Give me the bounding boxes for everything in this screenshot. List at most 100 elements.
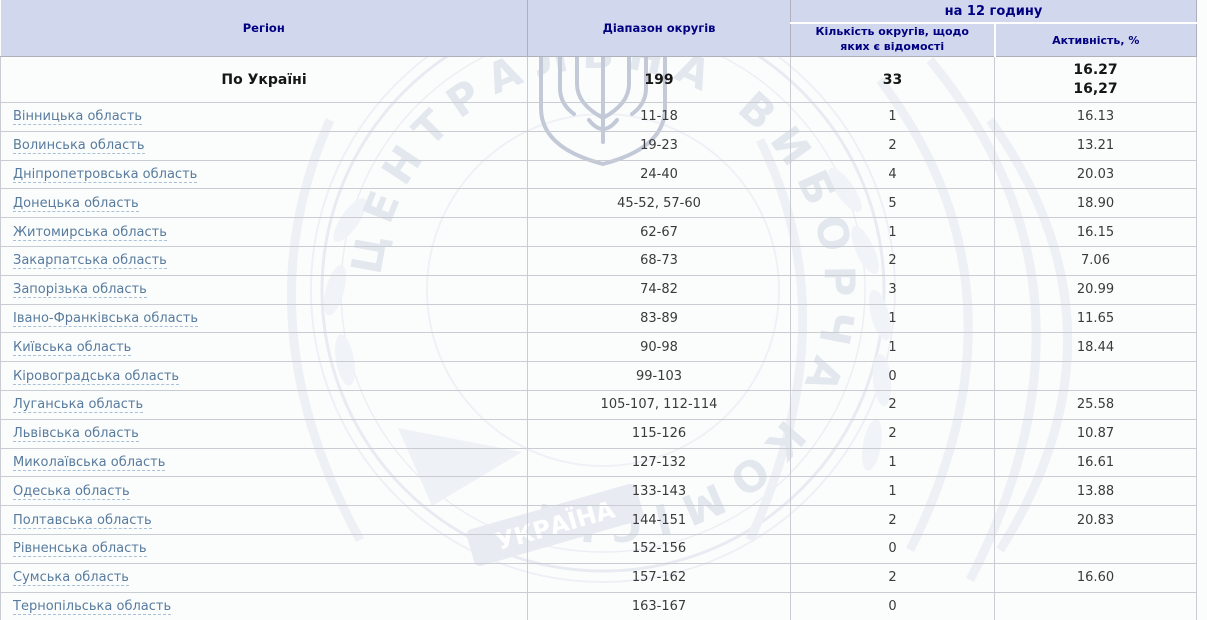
known-count-cell: 2 <box>791 419 995 448</box>
known-count-cell: 2 <box>791 506 995 535</box>
region-cell: Київська область <box>1 333 528 362</box>
region-link[interactable]: Дніпропетровська область <box>13 167 197 183</box>
region-link[interactable]: Закарпатська область <box>13 253 167 269</box>
known-count-cell: 1 <box>791 218 995 247</box>
region-cell: Донецька область <box>1 189 528 218</box>
summary-activity: 16.27 16,27 <box>995 57 1197 103</box>
district-range-cell: 157-162 <box>528 563 791 592</box>
region-cell: Тернопільська область <box>1 592 528 620</box>
cvk-turnout-page: ЦЕНТРАЛЬНА ВИБОРЧА КОМІСІЯ УКРАЇНА <box>0 0 1207 620</box>
district-range-cell: 163-167 <box>528 592 791 620</box>
known-count-cell: 1 <box>791 304 995 333</box>
region-cell: Вінницька область <box>1 103 528 132</box>
table-row: Закарпатська область 68-7327.06 <box>1 246 1197 275</box>
known-count-cell: 2 <box>791 246 995 275</box>
summary-known-count: 33 <box>791 57 995 103</box>
column-group-header-12h: на 12 годину <box>791 0 1197 23</box>
region-cell: Полтавська область <box>1 506 528 535</box>
region-cell: Дніпропетровська область <box>1 160 528 189</box>
region-cell: Миколаївська область <box>1 448 528 477</box>
district-range-cell: 144-151 <box>528 506 791 535</box>
region-link[interactable]: Кіровоградська область <box>13 369 179 385</box>
known-count-cell: 1 <box>791 333 995 362</box>
activity-cell: 16.13 <box>995 103 1197 132</box>
region-link[interactable]: Львівська область <box>13 426 139 442</box>
table-row: Тернопільська область 163-1670 <box>1 592 1197 620</box>
table-row: Сумська область157-162216.60 <box>1 563 1197 592</box>
column-header-known-districts: Кількість округів, щодо яких є відомості <box>791 23 995 57</box>
region-cell: Сумська область <box>1 563 528 592</box>
table-row: Рівненська область152-1560 <box>1 534 1197 563</box>
table-row: Дніпропетровська область24-40420.03 <box>1 160 1197 189</box>
column-header-region: Регіон <box>1 0 528 57</box>
known-count-cell: 2 <box>791 563 995 592</box>
activity-cell: 10.87 <box>995 419 1197 448</box>
table-row: Луганська область 105-107, 112-114225.58 <box>1 390 1197 419</box>
known-count-cell: 1 <box>791 103 995 132</box>
activity-cell: 18.44 <box>995 333 1197 362</box>
column-header-activity: Активність, % <box>995 23 1197 57</box>
district-range-cell: 19-23 <box>528 131 791 160</box>
activity-cell: 25.58 <box>995 390 1197 419</box>
district-range-cell: 105-107, 112-114 <box>528 390 791 419</box>
known-count-cell: 2 <box>791 390 995 419</box>
summary-row-ukraine: По Україні 199 33 16.27 16,27 <box>1 57 1197 103</box>
region-link[interactable]: Волинська область <box>13 138 145 154</box>
summary-district-range: 199 <box>528 57 791 103</box>
region-link[interactable]: Рівненська область <box>13 541 147 557</box>
activity-cell <box>995 534 1197 563</box>
region-link[interactable]: Сумська область <box>13 570 129 586</box>
region-link[interactable]: Київська область <box>13 340 131 356</box>
region-cell: Житомирська область <box>1 218 528 247</box>
activity-cell: 13.88 <box>995 477 1197 506</box>
region-link[interactable]: Івано-Франківська область <box>13 311 198 327</box>
table-row: Київська область 90-98118.44 <box>1 333 1197 362</box>
turnout-table: Регіон Діапазон округів на 12 годину Кіл… <box>0 0 1197 620</box>
region-link[interactable]: Тернопільська область <box>13 599 171 615</box>
summary-region-label: По Україні <box>1 57 528 103</box>
region-link[interactable]: Житомирська область <box>13 225 167 241</box>
activity-cell: 7.06 <box>995 246 1197 275</box>
region-cell: Івано-Франківська область <box>1 304 528 333</box>
table-row: Волинська область19-23213.21 <box>1 131 1197 160</box>
district-range-cell: 152-156 <box>528 534 791 563</box>
region-link[interactable]: Миколаївська область <box>13 455 165 471</box>
region-cell: Львівська область <box>1 419 528 448</box>
activity-cell: 11.65 <box>995 304 1197 333</box>
district-range-cell: 90-98 <box>528 333 791 362</box>
district-range-cell: 45-52, 57-60 <box>528 189 791 218</box>
table-row: Вінницька область 11-18116.13 <box>1 103 1197 132</box>
region-cell: Волинська область <box>1 131 528 160</box>
district-range-cell: 68-73 <box>528 246 791 275</box>
region-link[interactable]: Запорізька область <box>13 282 147 298</box>
activity-cell: 20.83 <box>995 506 1197 535</box>
district-range-cell: 11-18 <box>528 103 791 132</box>
known-count-cell: 3 <box>791 275 995 304</box>
activity-cell: 18.90 <box>995 189 1197 218</box>
region-link[interactable]: Донецька область <box>13 196 139 212</box>
district-range-cell: 115-126 <box>528 419 791 448</box>
table-row: Львівська область 115-126210.87 <box>1 419 1197 448</box>
activity-cell <box>995 592 1197 620</box>
activity-cell: 16.15 <box>995 218 1197 247</box>
known-count-cell: 0 <box>791 362 995 391</box>
known-count-cell: 5 <box>791 189 995 218</box>
table-body: По Україні 199 33 16.27 16,27 Вінницька … <box>1 57 1197 620</box>
district-range-cell: 127-132 <box>528 448 791 477</box>
activity-cell: 20.03 <box>995 160 1197 189</box>
table-row: Кіровоградська область99-1030 <box>1 362 1197 391</box>
region-link[interactable]: Вінницька область <box>13 109 142 125</box>
activity-cell: 13.21 <box>995 131 1197 160</box>
region-link[interactable]: Луганська область <box>13 397 143 413</box>
region-link[interactable]: Одеська область <box>13 484 130 500</box>
region-cell: Кіровоградська область <box>1 362 528 391</box>
activity-cell <box>995 362 1197 391</box>
table-row: Полтавська область 144-151220.83 <box>1 506 1197 535</box>
region-cell: Запорізька область <box>1 275 528 304</box>
region-cell: Закарпатська область <box>1 246 528 275</box>
region-link[interactable]: Полтавська область <box>13 513 152 529</box>
known-count-cell: 0 <box>791 592 995 620</box>
summary-activity-value-comma: 16,27 <box>999 80 1192 98</box>
region-cell: Одеська область <box>1 477 528 506</box>
known-count-cell: 4 <box>791 160 995 189</box>
